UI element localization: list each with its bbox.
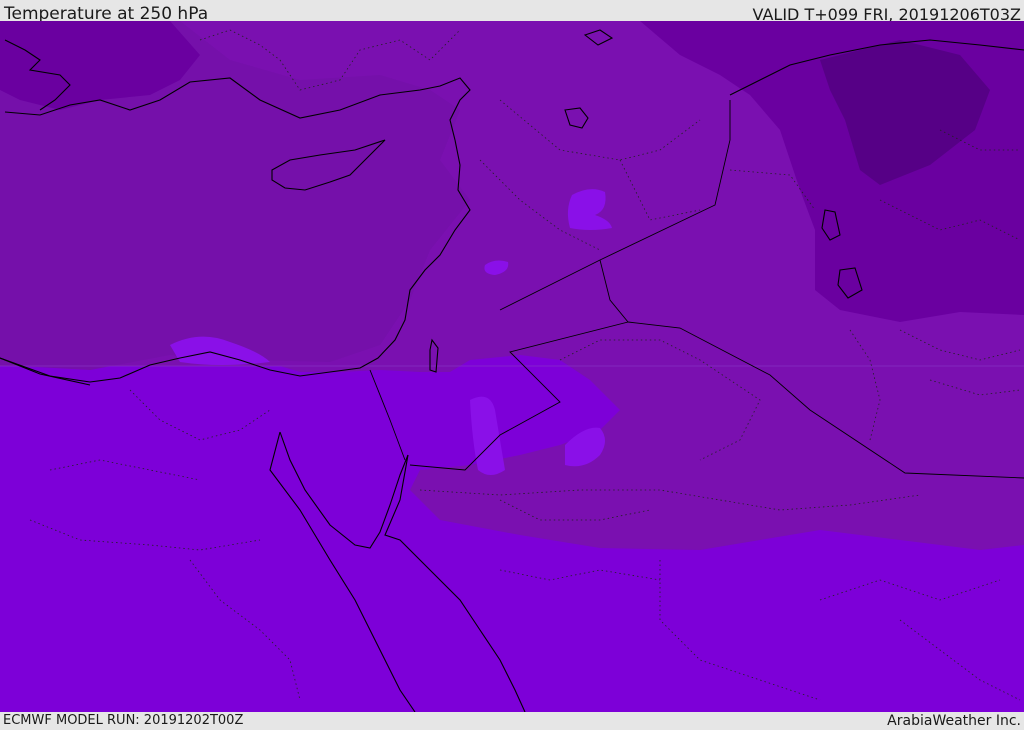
top-bar: Temperature at 250 hPa VALID T+099 FRI, …: [0, 0, 1024, 24]
credit: ArabiaWeather Inc.: [887, 713, 1021, 729]
weather-map: [0, 21, 1024, 712]
model-run: ECMWF MODEL RUN: 20191202T00Z: [3, 713, 244, 728]
bottom-bar: ECMWF MODEL RUN: 20191202T00Z ArabiaWeat…: [0, 712, 1024, 729]
